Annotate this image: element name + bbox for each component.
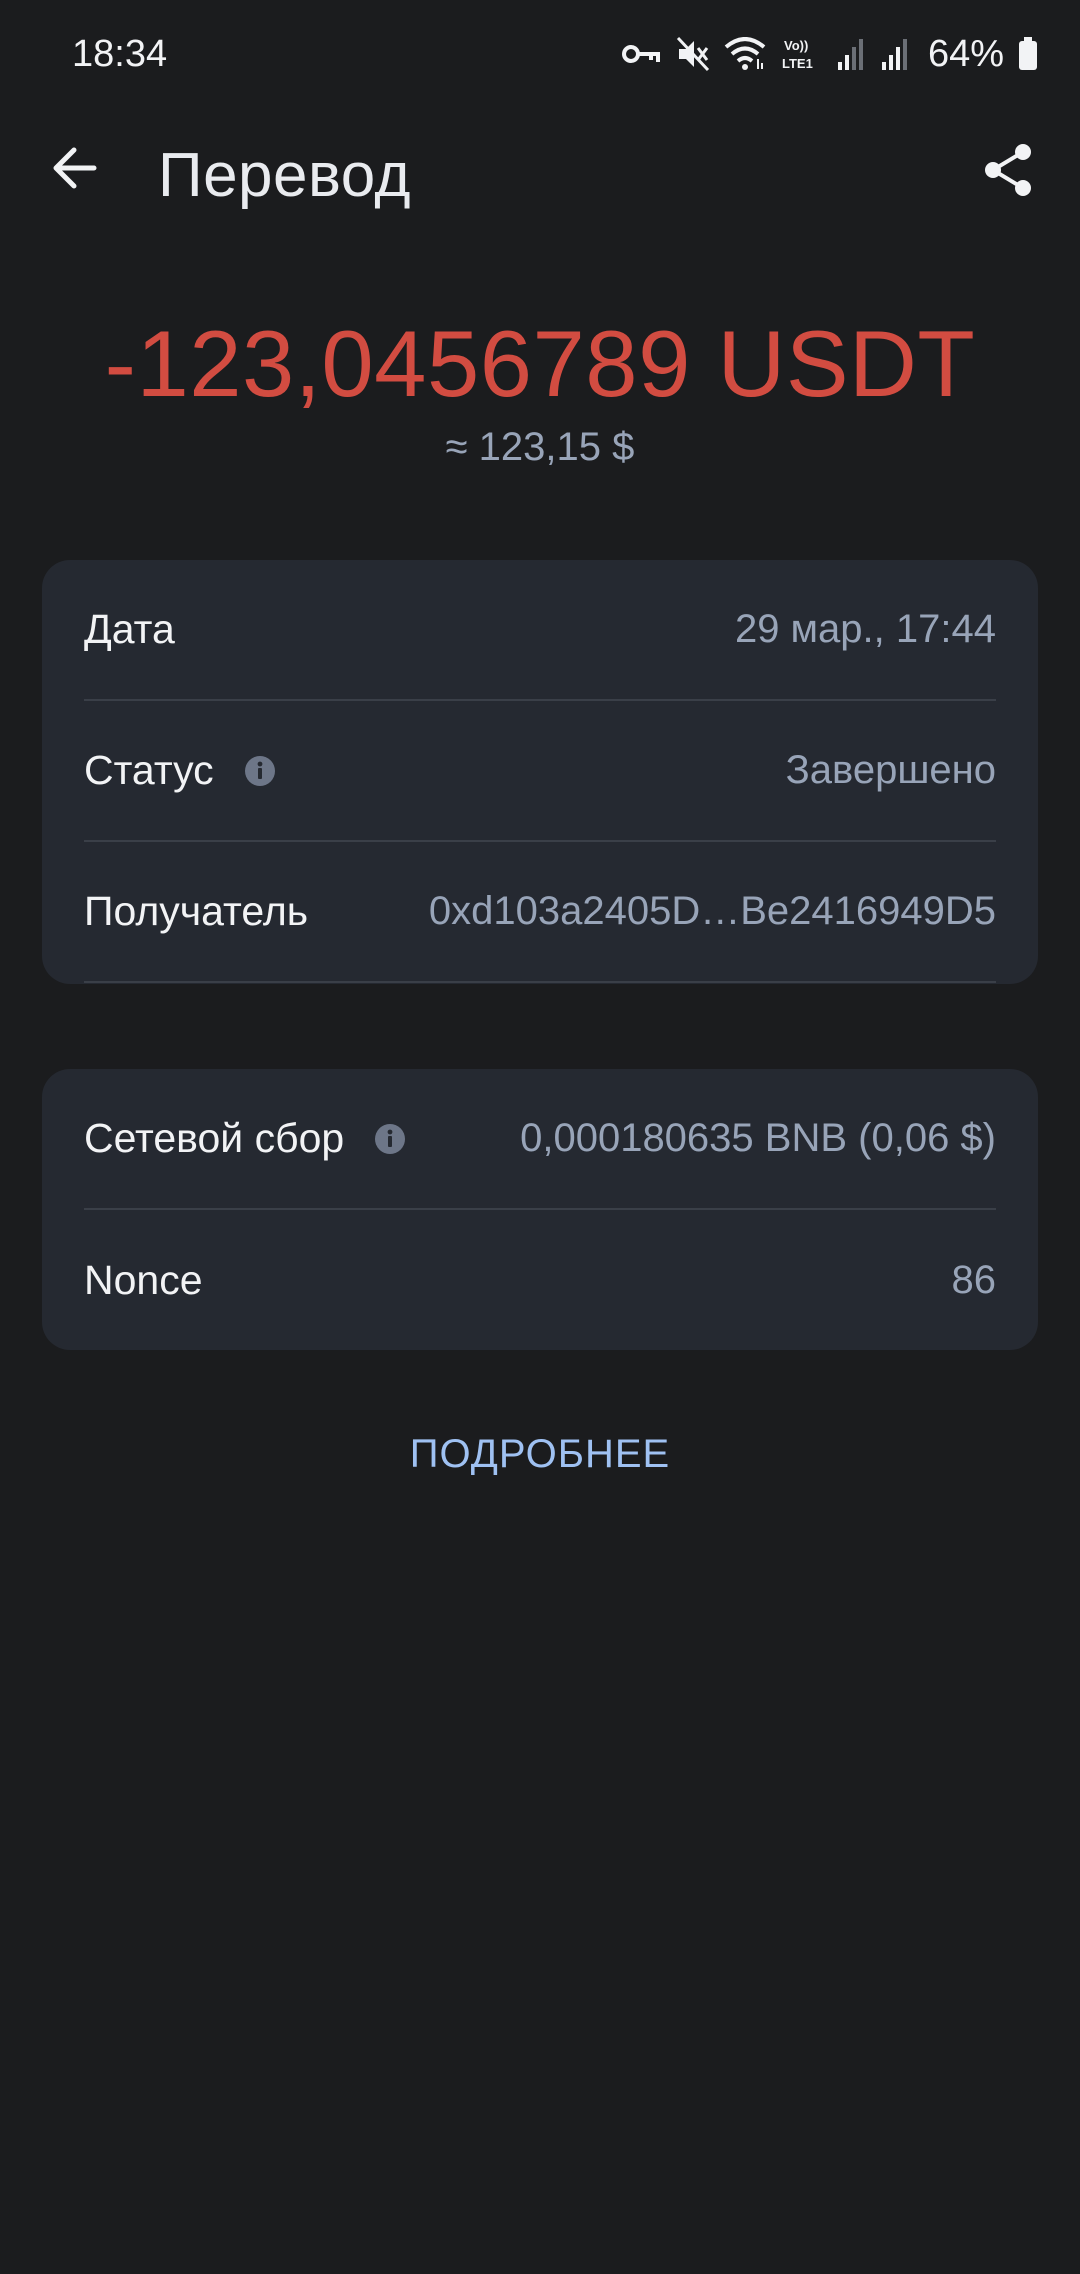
app-bar: Перевод <box>0 120 1080 230</box>
svg-text:LTE1: LTE1 <box>782 56 813 71</box>
info-icon[interactable] <box>374 1123 406 1155</box>
share-icon <box>985 144 1031 196</box>
date-label: Дата <box>84 606 175 652</box>
vpn-key-icon <box>621 42 662 66</box>
date-value: 29 мар., 17:44 <box>734 607 996 651</box>
recipient-row[interactable]: Получатель 0xd103a2405D…Be2416949D5 <box>84 842 996 983</box>
network-fee-label: Сетевой сбор <box>84 1115 345 1161</box>
status-label-wrap: Статус <box>84 747 276 794</box>
recipient-label: Получатель <box>84 888 309 934</box>
info-icon[interactable] <box>244 755 276 787</box>
nonce-value: 86 <box>951 1258 997 1302</box>
status-bar: 18:34 Vo)) LTE1 64% <box>0 0 1080 108</box>
wifi-icon <box>724 37 766 71</box>
volte-icon: Vo)) LTE1 <box>780 37 822 71</box>
battery-percent: 64% <box>927 32 1004 75</box>
transaction-screen: 18:34 Vo)) LTE1 64% Перевод -123,0456789… <box>0 0 1080 2274</box>
share-button[interactable] <box>978 140 1038 200</box>
nonce-row: Nonce 86 <box>84 1210 996 1350</box>
battery-icon <box>1018 37 1038 71</box>
network-fee-label-wrap: Сетевой сбор <box>84 1115 406 1162</box>
mute-icon <box>676 36 710 72</box>
network-fee-row: Сетевой сбор 0,000180635 BNB (0,06 $) <box>84 1069 996 1210</box>
recipient-address[interactable]: 0xd103a2405D…Be2416949D5 <box>429 889 996 934</box>
nonce-label: Nonce <box>84 1257 203 1303</box>
more-details-button[interactable]: ПОДРОБНЕЕ <box>0 1432 1080 1477</box>
back-button[interactable] <box>44 138 104 198</box>
svg-text:Vo)): Vo)) <box>784 38 808 53</box>
status-value: Завершено <box>785 748 996 792</box>
page-title: Перевод <box>158 141 412 210</box>
signal-icon <box>836 38 866 70</box>
details-card: Дата 29 мар., 17:44 Статус Завершено Пол… <box>42 560 1038 984</box>
status-row: Статус Завершено <box>84 701 996 842</box>
status-time: 18:34 <box>72 32 168 75</box>
status-label: Статус <box>84 747 214 793</box>
date-row: Дата 29 мар., 17:44 <box>84 560 996 701</box>
transaction-amount: -123,0456789 USDT <box>104 311 976 416</box>
fees-card: Сетевой сбор 0,000180635 BNB (0,06 $) No… <box>42 1069 1038 1350</box>
fiat-equivalent: ≈ 123,15 $ <box>445 425 635 469</box>
signal-icon <box>880 38 910 70</box>
network-fee-value: 0,000180635 BNB (0,06 $) <box>520 1116 996 1160</box>
arrow-left-icon <box>53 147 97 189</box>
status-icons: Vo)) LTE1 64% <box>621 32 1038 76</box>
